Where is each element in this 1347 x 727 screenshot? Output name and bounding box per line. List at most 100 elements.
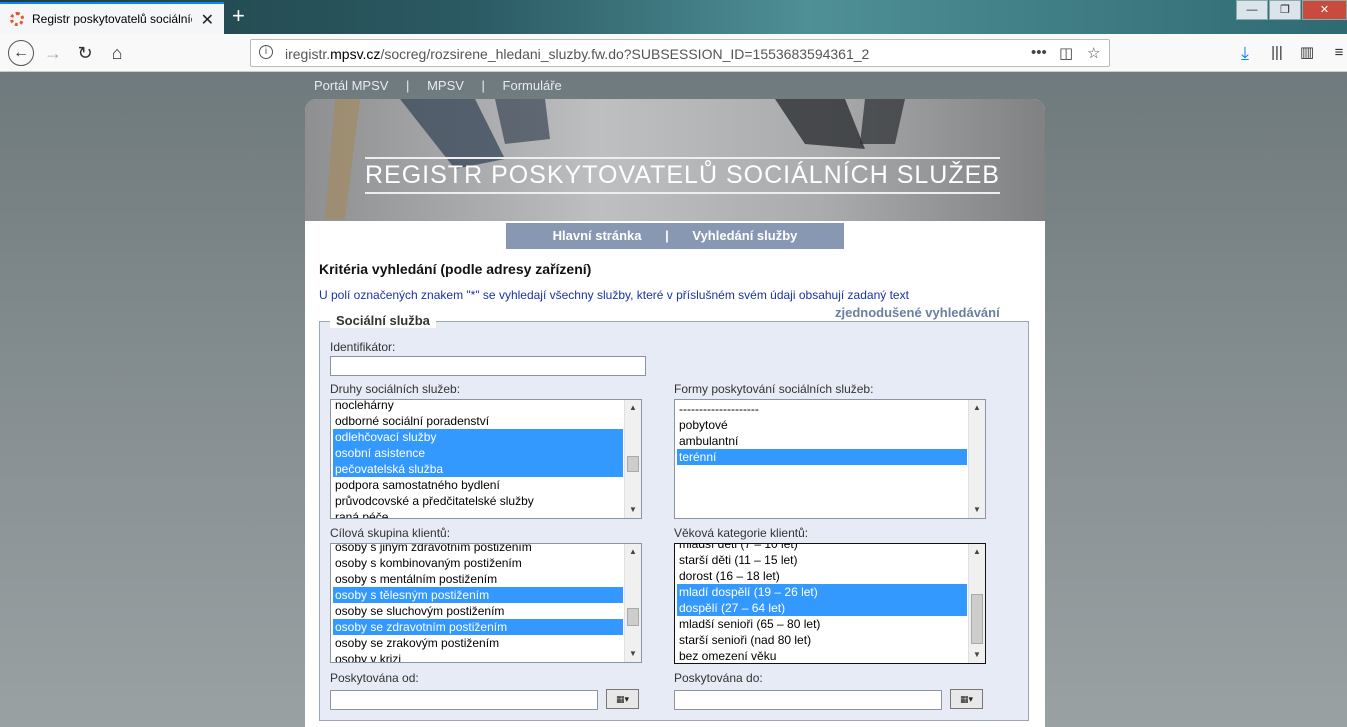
tab-strip: Registr poskytovatelů sociálních služeb … [0, 0, 1347, 34]
age-category-option[interactable]: starší děti (11 – 15 let) [677, 552, 967, 568]
minimize-button[interactable]: — [1236, 0, 1268, 20]
service-types-items: noclehárny odborné sociální poradenství od… [333, 400, 623, 518]
link-formulare[interactable]: Formuláře [503, 78, 562, 93]
target-group-option[interactable]: osoby se zrakovým postižením [333, 635, 623, 651]
scroll-up-icon[interactable]: ▲ [625, 400, 641, 416]
provided-from-input[interactable] [330, 690, 598, 710]
target-group-option[interactable]: osoby s kombinovaným postižením [333, 555, 623, 571]
age-category-option[interactable]: dospělí (27 – 64 let) [677, 600, 967, 616]
age-category-option[interactable]: bez omezení věku [677, 648, 967, 663]
page-heading: Kritéria vyhledání (podle adresy zařízen… [319, 261, 592, 277]
age-category-list[interactable]: mladší děti (7 – 10 let) starší děti (11 … [674, 543, 986, 664]
provided-to-label: Poskytována do: [674, 671, 763, 685]
fieldset-legend: Sociální služba [330, 313, 436, 328]
target-group-option[interactable]: osoby se zdravotním postižením [333, 619, 623, 635]
target-group-option[interactable]: osoby se sluchovým postižením [333, 603, 623, 619]
age-category-option[interactable]: starší senioři (nad 80 let) [677, 632, 967, 648]
forward-icon[interactable]: → [40, 40, 66, 66]
service-form-option[interactable]: -------------------- [677, 401, 967, 417]
service-form-option[interactable]: ambulantní [677, 433, 967, 449]
identifier-label: Identifikátor: [330, 340, 396, 354]
main-menu: Hlavní stránka | Vyhledání služby [506, 223, 844, 249]
target-group-option[interactable]: osoby s tělesným postižením [333, 587, 623, 603]
menu-separator: | [665, 228, 669, 243]
url-bar[interactable]: i iregistr.mpsv.cz/socreg/rozsirene_hled… [250, 39, 1110, 67]
service-form-option[interactable]: terénní [677, 449, 967, 465]
web-page: Portál MPSV | MPSV | Formuláře REGISTR P… [0, 72, 1347, 727]
service-type-option[interactable]: odlehčovací služby [333, 429, 623, 445]
service-type-option[interactable]: noclehárny [333, 400, 623, 413]
bookmark-star-icon[interactable]: ☆ [1087, 44, 1100, 62]
service-type-option[interactable]: odborné sociální poradenství [333, 413, 623, 429]
maximize-button[interactable]: ❐ [1269, 0, 1301, 20]
link-portal-mpsv[interactable]: Portál MPSV [314, 78, 388, 93]
age-category-option[interactable]: mladší děti (7 – 10 let) [677, 544, 967, 552]
scroll-thumb[interactable] [627, 456, 639, 472]
link-mpsv[interactable]: MPSV [427, 78, 464, 93]
pocket-icon[interactable]: ◫ [1059, 44, 1073, 62]
target-group-items: osoby s jiným zdravotním postižením osoby… [333, 544, 623, 662]
back-icon[interactable]: ← [8, 40, 34, 66]
menu-service-search[interactable]: Vyhledání služby [692, 228, 797, 243]
scroll-down-icon[interactable]: ▼ [969, 647, 985, 663]
calendar-from-icon[interactable]: ▦▾ [606, 689, 639, 709]
menu-icon[interactable]: ≡ [1326, 40, 1347, 66]
library-icon[interactable]: ||| [1264, 40, 1290, 66]
provided-from-label: Poskytována od: [330, 671, 419, 685]
info-icon[interactable]: i [259, 45, 273, 59]
age-category-option[interactable]: mladí dospělí (19 – 26 let) [677, 584, 967, 600]
window-controls: — ❐ ✕ [1235, 0, 1347, 20]
service-type-option[interactable]: raná péče [333, 509, 623, 518]
simple-search-link[interactable]: zjednodušené vyhledávání [835, 305, 1000, 320]
age-category-option[interactable]: dorost (16 – 18 let) [677, 568, 967, 584]
calendar-to-icon[interactable]: ▦▾ [950, 689, 983, 709]
page-actions-icon[interactable]: ••• [1031, 44, 1047, 61]
content-container: REGISTR POSKYTOVATELŮ SOCIÁLNÍCH SLUŽEB … [305, 99, 1045, 727]
target-group-list[interactable]: osoby s jiným zdravotním postižením osoby… [330, 543, 642, 663]
service-forms-list[interactable]: -------------------- pobytové ambulantní te… [674, 399, 986, 519]
scrollbar[interactable]: ▲ ▼ [968, 544, 985, 663]
close-window-button[interactable]: ✕ [1302, 0, 1347, 20]
reload-icon[interactable]: ↻ [72, 40, 98, 66]
header-banner: REGISTR POSKYTOVATELŮ SOCIÁLNÍCH SLUŽEB [305, 99, 1045, 221]
target-group-option[interactable]: osoby v krizi [333, 651, 623, 662]
target-group-option[interactable]: osoby s jiným zdravotním postižením [333, 544, 623, 555]
service-type-option[interactable]: pečovatelská služba [333, 461, 623, 477]
download-icon[interactable]: ⤓ [1232, 40, 1258, 66]
scroll-up-icon[interactable]: ▲ [625, 544, 641, 560]
scroll-down-icon[interactable]: ▼ [625, 646, 641, 662]
service-type-option[interactable]: osobní asistence [333, 445, 623, 461]
service-form-option[interactable]: pobytové [677, 417, 967, 433]
provided-to-input[interactable] [674, 690, 942, 710]
tab-close-icon[interactable]: ✕ [201, 10, 214, 30]
tab-title: Registr poskytovatelů sociálních služeb [32, 12, 192, 26]
scroll-down-icon[interactable]: ▼ [969, 502, 985, 518]
scrollbar[interactable]: ▲ ▼ [624, 544, 641, 662]
scroll-down-icon[interactable]: ▼ [625, 502, 641, 518]
url-path: /socreg/rozsirene_hledani_sluzby.fw.do?S… [380, 46, 870, 62]
home-icon[interactable]: ⌂ [104, 40, 130, 66]
menu-main-page[interactable]: Hlavní stránka [553, 228, 642, 243]
scrollbar[interactable]: ▲ ▼ [968, 400, 985, 518]
identifier-input[interactable] [330, 356, 646, 376]
scroll-thumb[interactable] [971, 594, 983, 644]
service-types-list[interactable]: noclehárny odborné sociální poradenství od… [330, 399, 642, 519]
sidebar-icon[interactable]: ▥ [1294, 40, 1320, 66]
active-tab[interactable]: Registr poskytovatelů sociálních služeb … [0, 2, 224, 34]
scrollbar[interactable]: ▲ ▼ [624, 400, 641, 518]
age-category-option[interactable]: mladší senioři (65 – 80 let) [677, 616, 967, 632]
scroll-thumb[interactable] [627, 608, 639, 626]
separator: | [406, 78, 410, 93]
service-type-option[interactable]: průvodcovské a předčitatelské služby [333, 493, 623, 509]
service-forms-items: -------------------- pobytové ambulantní te… [677, 401, 967, 465]
url-text: iregistr.mpsv.cz/socreg/rozsirene_hledan… [285, 46, 869, 62]
scroll-up-icon[interactable]: ▲ [969, 544, 985, 560]
age-category-items: mladší děti (7 – 10 let) starší děti (11 … [677, 544, 967, 663]
new-tab-button[interactable]: + [232, 2, 245, 30]
service-type-option[interactable]: podpora samostatného bydlení [333, 477, 623, 493]
url-domain: mpsv.cz [330, 46, 381, 62]
service-types-label: Druhy sociálních služeb: [330, 382, 461, 396]
age-category-label: Věková kategorie klientů: [674, 526, 809, 540]
target-group-option[interactable]: osoby s mentálním postižením [333, 571, 623, 587]
scroll-up-icon[interactable]: ▲ [969, 400, 985, 416]
